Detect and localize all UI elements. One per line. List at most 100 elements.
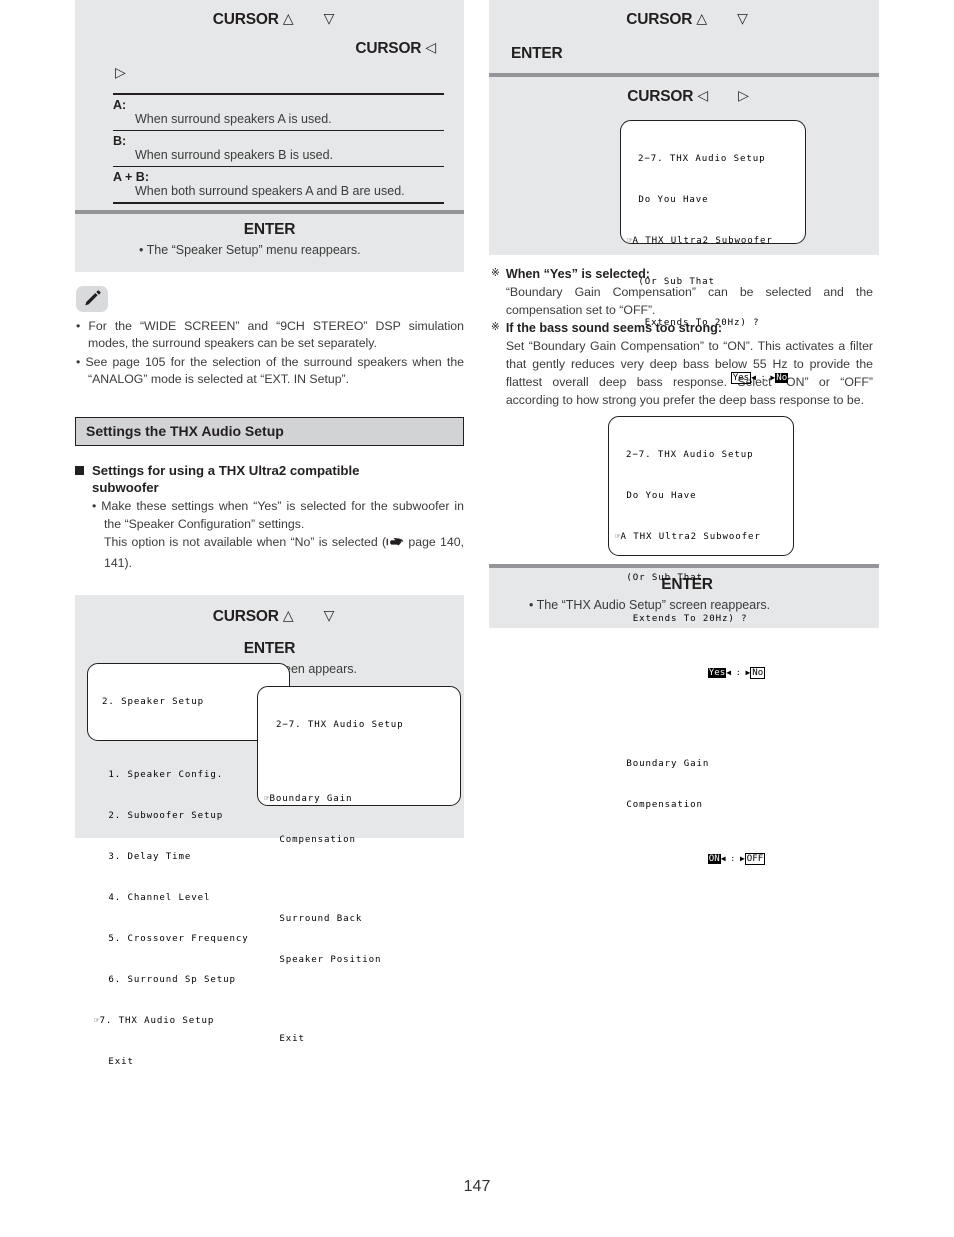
enter-label: ENTER: [243, 221, 296, 238]
right-column: CURSOR △ ▽ ENTER CURSOR ◁ ▷ 2−7. THX Aud…: [489, 0, 879, 866]
osd-line: 1. Speaker Config.: [94, 769, 283, 783]
definition-term: B:: [113, 134, 127, 148]
osd-line-selected: ☞7. THX Audio Setup: [94, 1015, 283, 1029]
cursor-down-icon: ▽: [737, 10, 748, 26]
osd-line-text: 6. Surround Sp Setup: [102, 974, 236, 985]
left-operation-panel-bottom: CURSOR △ ▽ ENTER • The “THX Audio Setup”…: [75, 594, 464, 1067]
option-off[interactable]: OFF: [744, 853, 766, 866]
osd-line-selected: ☞A THX Ultra2 Subwoofer: [627, 235, 799, 249]
osd-line-text: Compensation: [273, 835, 356, 846]
definition-term: A + B:: [113, 170, 149, 184]
definition-desc: When surround speakers A is used.: [135, 112, 332, 126]
cursor-up-down-row: CURSOR △ ▽: [501, 10, 867, 29]
osd-line: Compensation: [620, 799, 703, 810]
definition-desc: When both surround speakers A and B are …: [135, 184, 405, 198]
option-yes[interactable]: Yes: [730, 371, 752, 384]
option-yes-selected[interactable]: Yes: [707, 668, 727, 679]
page-number: 147: [463, 1178, 491, 1195]
osd-line: 4. Channel Level: [94, 892, 283, 906]
square-bullet-icon: [75, 465, 84, 475]
osd-line: Do You Have: [620, 490, 697, 501]
option-separator: ◀ : ▶: [726, 668, 751, 678]
cursor-up-icon: △: [282, 606, 294, 623]
osd-thx-question: 2−7. THX Audio Setup Do You Have ☞A THX …: [620, 120, 806, 384]
osd-line-text: 7. THX Audio Setup: [99, 1015, 215, 1026]
osd-line: Speaker Position: [264, 954, 454, 968]
para-2-pre: This option is not available when “No” i…: [104, 535, 387, 550]
option-on-selected[interactable]: ON: [707, 854, 721, 865]
right-operation-panel-top: CURSOR △ ▽ ENTER CURSOR ◁ ▷ 2−7. THX Aud…: [489, 0, 879, 384]
osd-option-row-bottom: ON◀ : ▶ OFF: [615, 840, 787, 881]
osd-line-selected: ☞A THX Ultra2 Subwoofer: [615, 531, 787, 545]
osd-blank: [264, 995, 454, 1006]
cursor-right-row: ▷: [87, 64, 452, 83]
panel-divider: [489, 73, 879, 77]
osd-line-text: Exit: [273, 1034, 305, 1045]
option-no[interactable]: No: [750, 667, 766, 680]
subsection-block: Settings for using a THX Ultra2 compatib…: [75, 462, 464, 573]
osd-thx-audio-setup: 2−7. THX Audio Setup ☞Boundary Gain Comp…: [257, 685, 461, 1044]
left-operation-panel-top: CURSOR △ ▽ CURSOR ◁ ▷ A: When surround s…: [75, 0, 464, 272]
manual-page: CURSOR △ ▽ CURSOR ◁ ▷ A: When surround s…: [0, 0, 954, 1237]
option-separator: ◀ : ▶: [751, 372, 776, 382]
section-title-bar: Settings the THX Audio Setup: [75, 416, 464, 446]
osd-title: 2−7. THX Audio Setup: [276, 720, 404, 730]
osd-line: Extends To 20Hz) ?: [632, 317, 760, 328]
enter-label: ENTER: [243, 639, 296, 657]
cursor-label: CURSOR: [212, 607, 279, 625]
osd-line: 3. Delay Time: [94, 851, 283, 865]
osd-thx-question-2: 2−7. THX Audio Setup Do You Have ☞A THX …: [608, 415, 794, 866]
osd-line: (Or Sub That: [620, 572, 703, 583]
osd-line-text: Exit: [102, 1056, 134, 1067]
cursor-up-down-row: CURSOR △ ▽: [87, 607, 452, 626]
cursor-up-icon: △: [696, 10, 707, 26]
osd-line: 5. Crossover Frequency: [94, 933, 283, 947]
cursor-left-icon: ◁: [697, 87, 708, 103]
surround-speaker-definitions: A: When surround speakers A is used. B: …: [113, 93, 444, 204]
cursor-right-icon: ▷: [115, 64, 126, 80]
osd-line-text: A THX Ultra2 Subwoofer: [632, 236, 773, 247]
cursor-left-right-row: CURSOR ◁ ▷: [501, 87, 867, 106]
cursor-label: CURSOR: [212, 11, 279, 28]
osd-blank: [615, 722, 787, 731]
osd-option-row: Yes ◀ : ▶No: [627, 358, 799, 399]
osd-question-wrap: 2−7. THX Audio Setup Do You Have ☞A THX …: [501, 120, 867, 384]
definition-term: A:: [113, 98, 127, 112]
note-items: • For the “WIDE SCREEN” and “9CH STEREO”…: [76, 318, 464, 389]
note-item: • See page 105 for the selection of the …: [76, 354, 464, 387]
osd-line: Exit: [94, 1056, 283, 1070]
osd-line-text: 2. Subwoofer Setup: [102, 811, 224, 822]
note-item: • For the “WIDE SCREEN” and “9CH STEREO”…: [76, 318, 464, 351]
option-no-selected[interactable]: No: [775, 372, 789, 383]
enter-label: ENTER: [511, 45, 563, 62]
osd-line-text: 1. Speaker Config.: [102, 770, 224, 781]
osd-question2-wrap: 2−7. THX Audio Setup Do You Have ☞A THX …: [489, 415, 879, 866]
enter-step: ENTER • The “Speaker Setup” menu reappea…: [87, 214, 452, 272]
cursor-left-row: CURSOR ◁: [87, 39, 452, 58]
osd-title: 2. Speaker Setup: [102, 697, 204, 707]
osd-line: 2. Subwoofer Setup: [94, 810, 283, 824]
osd-line-text: A THX Ultra2 Subwoofer: [620, 531, 761, 542]
osd-line: Compensation: [264, 834, 454, 848]
osd-line-text: Surround Back: [273, 914, 363, 925]
osd-line: (Or Sub That: [632, 277, 715, 288]
subsection-para-2: This option is not available when “No” i…: [92, 534, 464, 573]
subsection-body: • Make these settings when “Yes” is sele…: [75, 498, 464, 572]
cursor-down-icon: ▽: [323, 10, 335, 26]
osd-line: Do You Have: [632, 195, 709, 206]
subsection-heading-text: Settings for using a THX Ultra2 compatib…: [92, 462, 360, 495]
cursor-up-down-row: CURSOR △ ▽: [87, 10, 452, 29]
cursor-down-icon: ▽: [323, 606, 335, 623]
osd-line-selected: ☞Boundary Gain: [264, 793, 454, 807]
definition-desc: When surround speakers B is used.: [135, 148, 334, 162]
cursor-label: CURSOR: [626, 11, 693, 28]
asterisk-icon: ※: [491, 321, 500, 334]
osd-line: Boundary Gain: [620, 759, 710, 769]
left-column: CURSOR △ ▽ CURSOR ◁ ▷ A: When surround s…: [75, 0, 464, 1067]
osd-blank: [94, 737, 283, 742]
subsection-heading: Settings for using a THX Ultra2 compatib…: [75, 462, 464, 497]
osd-line: Surround Back: [264, 913, 454, 927]
cursor-label: CURSOR: [627, 88, 694, 105]
enter-note: • The “Speaker Setup” menu reappears.: [139, 243, 361, 257]
osd-title: 2−7. THX Audio Setup: [626, 449, 754, 460]
